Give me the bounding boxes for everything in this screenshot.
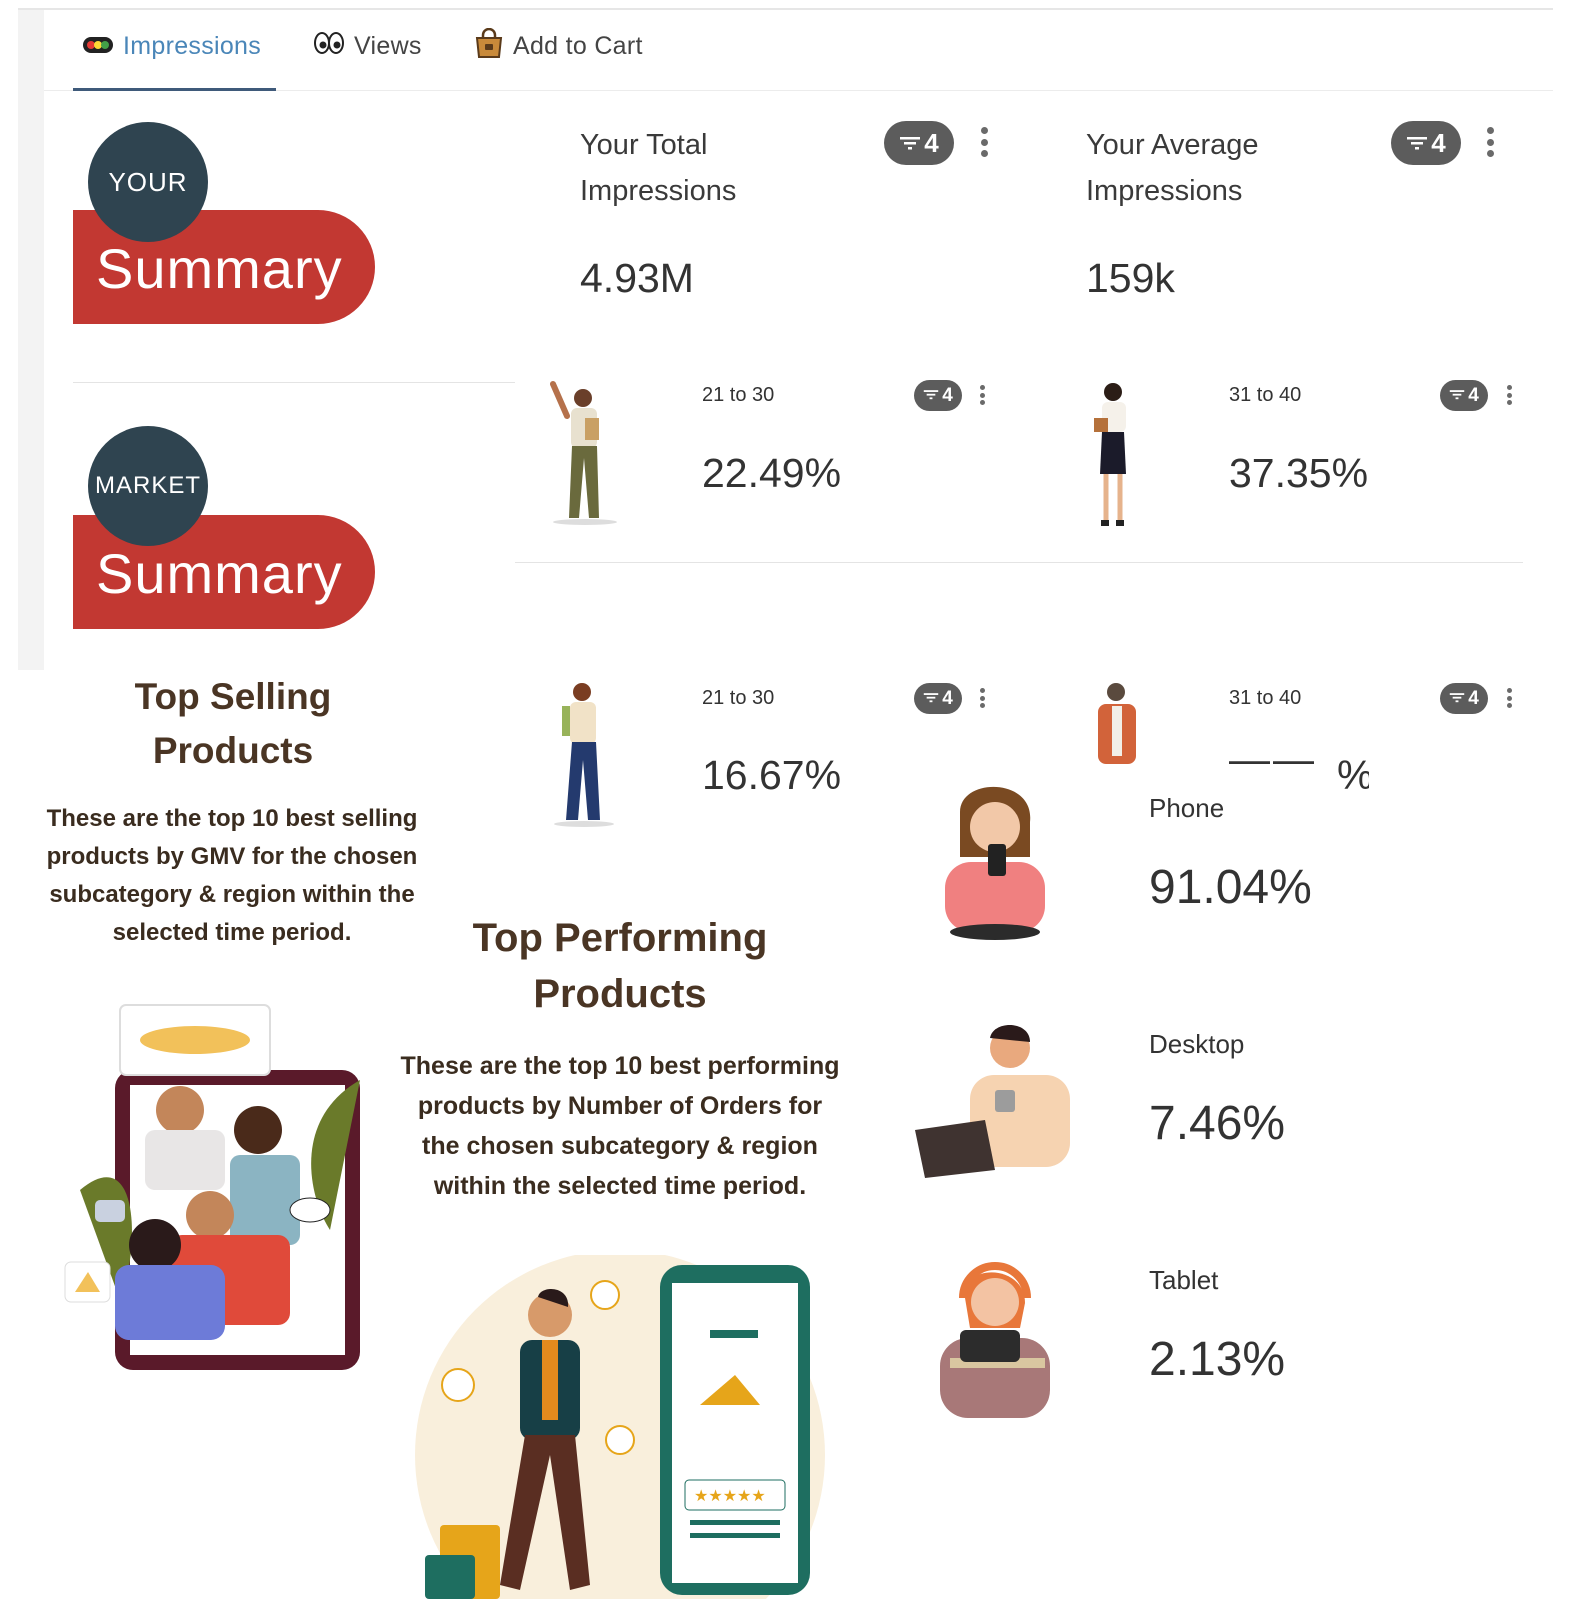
desc-line: products by Number of Orders for: [417, 1092, 823, 1120]
more-options-icon[interactable]: [1506, 385, 1512, 405]
active-tab-indicator: [73, 88, 276, 91]
average-title-line1: Your Average: [1086, 129, 1259, 161]
filter-count: 4: [1468, 384, 1479, 406]
age-value-partial: —— %: [1229, 752, 1369, 792]
device-value-phone: 91.04%: [1149, 861, 1312, 914]
more-options-icon[interactable]: [979, 688, 985, 708]
total-impressions-title: Your Total Impressions: [580, 122, 736, 214]
desc-line: These are the top 10 best selling: [46, 805, 418, 832]
device-label-desktop: Desktop: [1149, 1029, 1245, 1059]
summary-divider: [73, 382, 515, 383]
top-performing-description: These are the top 10 best performing pro…: [365, 1046, 875, 1206]
person-illustration-woman: [1080, 378, 1150, 535]
age-value-percent: %: [1337, 752, 1369, 792]
filter-count: 4: [942, 384, 953, 406]
person-illustration-young-man: [545, 378, 625, 533]
age-value: 16.67%: [702, 752, 842, 798]
age-value: 37.35%: [1229, 450, 1369, 496]
traffic-light-icon: [83, 32, 113, 61]
top-selling-illustration: [60, 1000, 370, 1380]
device-label-phone: Phone: [1149, 793, 1225, 823]
your-summary-text: Summary: [96, 237, 343, 300]
person-illustration-young-man-2: [548, 680, 620, 835]
more-options-icon[interactable]: [1506, 688, 1512, 708]
filter-icon: [923, 385, 939, 407]
desc-line: products by GMV for the chosen: [46, 843, 418, 870]
person-phone-illustration: [930, 782, 1060, 947]
tab-views[interactable]: Views: [314, 24, 422, 68]
filter-count: 4: [924, 127, 939, 158]
top-selling-description: These are the top 10 best selling produc…: [12, 800, 452, 952]
average-title-line2: Impressions: [1086, 175, 1243, 207]
filter-button-age-3[interactable]: 4: [914, 683, 962, 714]
age-value-obscured: ——: [1229, 752, 1317, 782]
average-impressions-title: Your Average Impressions: [1086, 122, 1259, 214]
desc-line: selected time period.: [112, 919, 352, 946]
total-title-line2: Impressions: [580, 175, 737, 207]
market-summary-text: Summary: [96, 542, 343, 605]
more-options-icon[interactable]: [1486, 127, 1494, 157]
tab-add-to-cart-label: Add to Cart: [513, 31, 643, 60]
top-performing-title-line1: Top Performing: [472, 916, 768, 960]
top-selling-title-line1: Top Selling: [134, 676, 332, 717]
desc-line: subcategory & region within the: [49, 881, 415, 908]
market-summary-circle: MARKET: [88, 426, 208, 546]
desc-line: within the selected time period.: [433, 1172, 807, 1200]
top-performing-title: Top Performing Products: [400, 910, 840, 1022]
total-impressions-value: 4.93M: [580, 255, 694, 301]
top-divider: [18, 8, 1553, 10]
average-impressions-value: 159k: [1086, 255, 1175, 301]
your-summary-circle: YOUR: [88, 122, 208, 242]
device-label-tablet: Tablet: [1149, 1265, 1219, 1295]
person-tablet-illustration: [935, 1258, 1055, 1425]
left-rail: [18, 10, 44, 670]
svg-text:★★★★★: ★★★★★: [694, 1486, 766, 1505]
filter-button-total[interactable]: 4: [884, 121, 954, 165]
person-illustration-man: [1090, 680, 1150, 764]
age-label: 21 to 30: [702, 384, 775, 406]
tab-impressions-label: Impressions: [123, 31, 262, 60]
age-label: 31 to 40: [1229, 384, 1302, 406]
filter-button-age-1[interactable]: 4: [914, 380, 962, 411]
filter-icon: [1449, 688, 1465, 710]
age-label: 31 to 40: [1229, 687, 1302, 709]
filter-count: 4: [1468, 687, 1479, 709]
shopping-bag-icon: [475, 27, 503, 65]
age-row-divider: [515, 562, 1523, 563]
device-value-desktop: 7.46%: [1149, 1097, 1286, 1150]
tab-add-to-cart[interactable]: Add to Cart: [475, 24, 643, 68]
filter-icon: [923, 688, 939, 710]
more-options-icon[interactable]: [979, 385, 985, 405]
device-value-tablet: 2.13%: [1149, 1333, 1286, 1386]
top-selling-title-line2: Products: [152, 730, 314, 771]
top-selling-title: Top Selling Products: [18, 670, 448, 778]
person-desktop-illustration: [915, 1020, 1075, 1185]
tab-views-label: Views: [354, 31, 422, 60]
filter-count: 4: [1431, 127, 1446, 158]
filter-count: 4: [942, 687, 953, 709]
top-performing-title-line2: Products: [533, 972, 707, 1016]
top-performing-illustration: ★★★★★: [410, 1250, 830, 1604]
age-label: 21 to 30: [702, 687, 775, 709]
total-title-line1: Your Total: [580, 129, 708, 161]
filter-button-age-2[interactable]: 4: [1440, 380, 1488, 411]
tab-impressions[interactable]: Impressions: [83, 24, 261, 68]
filter-icon: [1449, 385, 1465, 407]
filter-button-age-4[interactable]: 4: [1440, 683, 1488, 714]
more-options-icon[interactable]: [980, 127, 988, 157]
eyes-icon: [314, 30, 344, 63]
age-value: 22.49%: [702, 450, 842, 496]
desc-line: the chosen subcategory & region: [422, 1132, 818, 1160]
filter-button-average[interactable]: 4: [1391, 121, 1461, 165]
filter-icon: [899, 128, 921, 159]
filter-icon: [1406, 128, 1428, 159]
desc-line: These are the top 10 best performing: [400, 1052, 840, 1080]
